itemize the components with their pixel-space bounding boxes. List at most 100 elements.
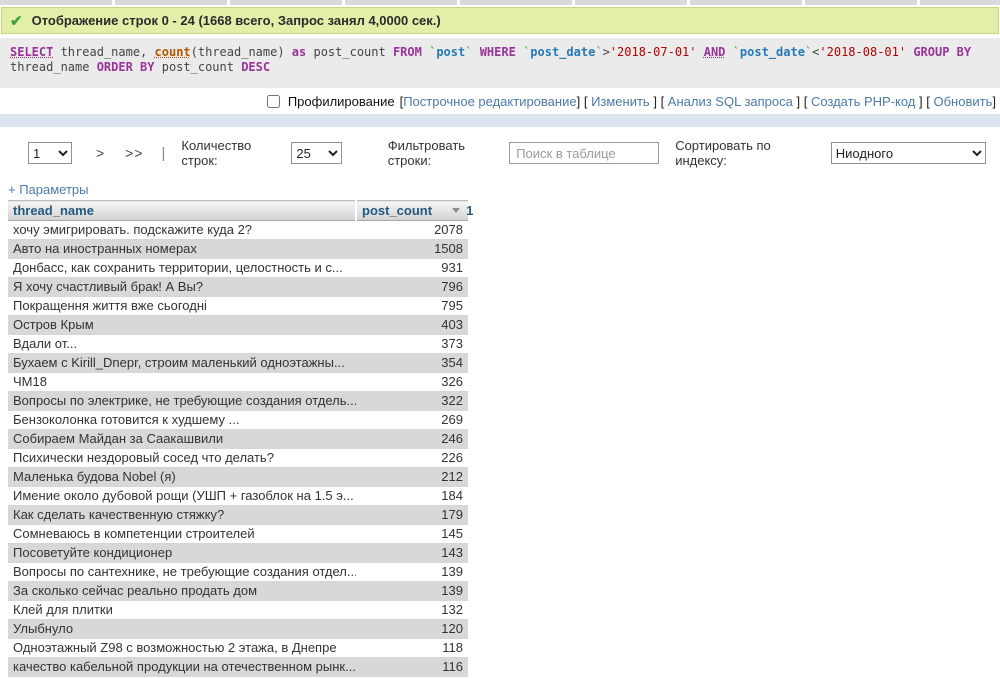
last-page-link[interactable]: >> — [125, 145, 143, 161]
sql-token: (thread_name) — [191, 45, 292, 59]
toolbar-link[interactable]: Анализ SQL запроса — [668, 94, 793, 109]
toolbar-link-group: [ Обновить] — [926, 94, 996, 109]
table-row: Имение около дубовой рощи (УШП + газобло… — [8, 487, 468, 506]
sql-token: post_date — [530, 45, 595, 59]
thread-name-cell: Остров Крым — [8, 316, 356, 335]
sql-token: ` — [733, 45, 740, 59]
table-row: Я хочу счастливый брак! А Вы?796 — [8, 278, 468, 297]
table-row: Посоветуйте кондиционер143 — [8, 544, 468, 563]
post-count-cell: 120 — [356, 620, 468, 639]
column-header-thread-name[interactable]: thread_name — [8, 201, 356, 221]
sql-token — [516, 45, 523, 59]
sql-token: WHERE — [480, 45, 516, 59]
query-toolbar: Профилирование [Построчное редактировани… — [0, 88, 1000, 114]
sort-by-index-label: Сортировать по индексу: — [675, 138, 813, 168]
table-row: Собираем Майдан за Саакашвили246 — [8, 430, 468, 449]
toolbar-link[interactable]: Обновить — [934, 94, 993, 109]
sql-token: post_count — [155, 60, 242, 74]
table-header-row: thread_name post_count 1 — [8, 201, 468, 221]
sql-token: '2018-07-01' — [610, 45, 697, 59]
table-row: Донбасс, как сохранить территории, целос… — [8, 259, 468, 278]
rows-count-label: Количество строк: — [181, 138, 281, 168]
post-count-cell: 354 — [356, 354, 468, 373]
column-header-post-count[interactable]: post_count 1 — [356, 201, 468, 221]
next-page-link[interactable]: > — [96, 145, 105, 161]
post-count-cell: 226 — [356, 449, 468, 468]
sql-token: thread_name — [10, 60, 97, 74]
top-cutoff-strip — [0, 0, 1000, 5]
success-message-text: Отображение строк 0 - 24 (1668 всего, За… — [32, 13, 441, 28]
sql-token — [472, 45, 479, 59]
thread-name-cell: Покращення життя вже сьогодні — [8, 297, 356, 316]
thread-name-cell: Донбасс, как сохранить территории, целос… — [8, 259, 356, 278]
table-row: Психически нездоровый сосед что делать?2… — [8, 449, 468, 468]
table-row: Авто на иностранных номерах1508 — [8, 240, 468, 259]
pagination-bar: 1 > >> | Количество строк: 25 Фильтроват… — [0, 127, 1000, 180]
table-search-input[interactable] — [509, 142, 659, 164]
table-row: Остров Крым403 — [8, 316, 468, 335]
post-count-cell: 132 — [356, 601, 468, 620]
sort-desc-icon[interactable] — [452, 208, 460, 213]
thread-name-cell: Маленька будова Nobel (я) — [8, 468, 356, 487]
post-count-cell: 246 — [356, 430, 468, 449]
success-message-bar: ✔ Отображение строк 0 - 24 (1668 всего, … — [1, 7, 999, 34]
results-table-body: хочу эмигрировать. подскажите куда 2?207… — [8, 221, 468, 678]
profiling-checkbox[interactable] — [267, 95, 280, 108]
post-count-cell: 2078 — [356, 221, 468, 240]
thread-name-cell: Клей для плитки — [8, 601, 356, 620]
table-row: Вдали от...373 — [8, 335, 468, 354]
sql-token: count — [155, 45, 191, 59]
post-count-cell: 116 — [356, 658, 468, 677]
sql-token: post_count — [306, 45, 393, 59]
table-row: Маленька будова Nobel (я)212 — [8, 468, 468, 487]
post-count-cell: 145 — [356, 525, 468, 544]
divider: | — [162, 145, 166, 162]
thread-name-cell: Собираем Майдан за Саакашвили — [8, 430, 356, 449]
sql-token: AND — [704, 45, 726, 59]
options-toggle-link[interactable]: + Параметры — [8, 182, 89, 197]
sql-token: ORDER BY — [97, 60, 155, 74]
sql-token: as — [292, 45, 306, 59]
thread-name-cell: Бензоколонка готовится к худшему ... — [8, 411, 356, 430]
thread-name-cell: Вдали от... — [8, 335, 356, 354]
thread-name-cell: Вопросы по сантехнике, не требующие созд… — [8, 563, 356, 582]
post-count-cell: 139 — [356, 563, 468, 582]
toolbar-link[interactable]: Построчное редактирование — [403, 94, 576, 109]
thread-name-cell: Посоветуйте кондиционер — [8, 544, 356, 563]
sql-token: SELECT — [10, 45, 53, 59]
table-row: Бензоколонка готовится к худшему ...269 — [8, 411, 468, 430]
post-count-cell: 322 — [356, 392, 468, 411]
thread-name-cell: За сколько сейчас реально продать дом — [8, 582, 356, 601]
thread-name-cell: Сомневаюсь в компетенции строителей — [8, 525, 356, 544]
toolbar-link[interactable]: Изменить — [591, 94, 650, 109]
rows-count-select[interactable]: 25 — [291, 142, 341, 164]
sql-query-text: SELECT thread_name, count(thread_name) a… — [10, 45, 971, 74]
sql-token: DESC — [241, 60, 270, 74]
thread-name-cell: Имение около дубовой рощи (УШП + газобло… — [8, 487, 356, 506]
thread-name-cell: Бухаем с Kirill_Dnepr, строим маленький … — [8, 354, 356, 373]
sql-token: ` — [595, 45, 602, 59]
toolbar-link-group: [ Изменить ] — [584, 94, 657, 109]
thread-name-cell: Психически нездоровый сосед что делать? — [8, 449, 356, 468]
post-count-cell: 212 — [356, 468, 468, 487]
sql-token: FROM — [393, 45, 422, 59]
table-row: Покращення життя вже сьогодні795 — [8, 297, 468, 316]
table-row: качество кабельной продукции на отечеств… — [8, 658, 468, 677]
sql-query-box: SELECT thread_name, count(thread_name) a… — [0, 38, 1000, 88]
results-table: thread_name post_count 1 хочу эмигрирова… — [8, 200, 468, 678]
thread-name-cell: качество кабельной продукции на отечеств… — [8, 658, 356, 677]
table-row: Вопросы по сантехнике, не требующие созд… — [8, 563, 468, 582]
thread-name-cell: Я хочу счастливый брак! А Вы? — [8, 278, 356, 297]
page-select[interactable]: 1 — [28, 142, 72, 164]
post-count-cell: 931 — [356, 259, 468, 278]
post-count-cell: 269 — [356, 411, 468, 430]
toolbar-link[interactable]: Создать PHP-код — [811, 94, 915, 109]
table-row: За сколько сейчас реально продать дом139 — [8, 582, 468, 601]
sql-token — [422, 45, 429, 59]
post-count-cell: 184 — [356, 487, 468, 506]
toolbar-links: [Построчное редактирование] [ Изменить ]… — [400, 94, 996, 109]
table-row: хочу эмигрировать. подскажите куда 2?207… — [8, 221, 468, 240]
table-row: Бухаем с Kirill_Dnepr, строим маленький … — [8, 354, 468, 373]
sort-by-index-select[interactable]: Ниодного — [831, 142, 986, 164]
sql-token: > — [603, 45, 610, 59]
